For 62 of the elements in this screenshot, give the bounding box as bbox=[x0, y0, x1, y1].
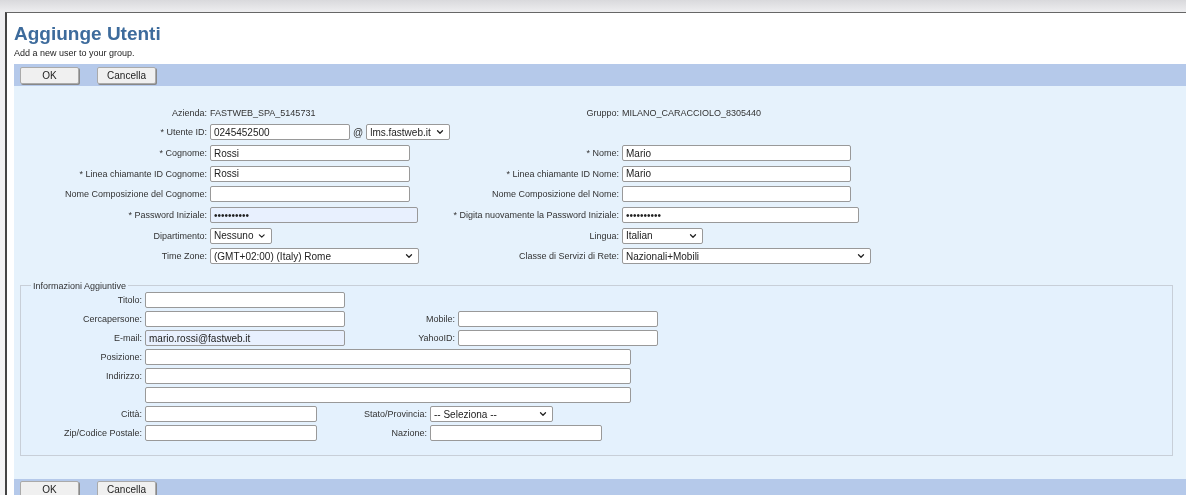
field-label: Nome Composizione del Cognome: bbox=[63, 189, 208, 200]
field-label: Gruppo: bbox=[585, 108, 620, 118]
input-field[interactable]: Rossi bbox=[210, 165, 410, 182]
input-field[interactable] bbox=[458, 330, 658, 347]
field-label: Nazione: bbox=[390, 428, 428, 439]
field-label: Lingua: bbox=[588, 230, 620, 241]
dropdown[interactable]: -- Seleziona -- bbox=[430, 406, 553, 423]
input-field[interactable] bbox=[145, 368, 631, 385]
at-sign: @ bbox=[352, 126, 365, 138]
field-label: * Password Iniziale: bbox=[127, 210, 208, 221]
cancel-button[interactable]: Cancella bbox=[97, 66, 156, 84]
field-label: Titolo: bbox=[116, 295, 143, 306]
input-field[interactable] bbox=[145, 292, 345, 309]
field-label: Time Zone: bbox=[160, 251, 208, 262]
input-field[interactable] bbox=[145, 387, 631, 404]
input-field[interactable]: 0245452500 bbox=[210, 124, 350, 141]
field-label: Classe di Servizi di Rete: bbox=[517, 251, 620, 262]
field-value: MILANO_CARACCIOLO_8305440 bbox=[622, 108, 762, 118]
input-field[interactable]: mario.rossi@fastweb.it bbox=[145, 330, 345, 347]
field-label: * Cognome: bbox=[158, 148, 208, 159]
input-field[interactable] bbox=[145, 349, 631, 366]
page-subtitle: Add a new user to your group. bbox=[14, 47, 136, 59]
ok-button[interactable]: OK bbox=[20, 66, 79, 84]
password-field[interactable]: •••••••••• bbox=[622, 207, 859, 224]
page-title: Aggiunge Utenti bbox=[14, 23, 162, 45]
field-label: * Linea chiamante ID Nome: bbox=[505, 168, 620, 179]
field-label: Stato/Provincia: bbox=[362, 409, 428, 420]
field-label: * Digita nuovamente la Password Iniziale: bbox=[452, 210, 620, 221]
dropdown[interactable]: Nessuno bbox=[210, 227, 272, 244]
password-field[interactable]: •••••••••• bbox=[210, 207, 418, 224]
fieldset-legend: Informazioni Aggiuntive bbox=[31, 280, 129, 291]
field-value: FASTWEB_SPA_5145731 bbox=[210, 108, 316, 118]
field-label: * Nome: bbox=[585, 148, 620, 159]
dropdown[interactable]: lms.fastweb.it bbox=[366, 124, 450, 141]
field-label: Azienda: bbox=[170, 108, 208, 118]
input-field[interactable]: Rossi bbox=[210, 145, 410, 162]
field-label: YahooID: bbox=[417, 333, 456, 344]
input-field[interactable] bbox=[430, 425, 602, 442]
field-label: Posizione: bbox=[99, 352, 143, 363]
dropdown[interactable]: Italian bbox=[622, 227, 703, 244]
ok-button[interactable]: OK bbox=[20, 481, 79, 495]
field-label: Dipartimento: bbox=[152, 230, 208, 241]
field-label: Indirizzo: bbox=[105, 371, 143, 382]
field-label: Cercapersone: bbox=[81, 314, 143, 325]
cancel-button[interactable]: Cancella bbox=[97, 481, 156, 495]
input-field[interactable] bbox=[145, 425, 317, 442]
dropdown[interactable]: Nazionali+Mobili bbox=[622, 248, 871, 265]
field-label: Nome Composizione del Nome: bbox=[490, 189, 620, 200]
field-label: Zip/Codice Postale: bbox=[62, 428, 143, 439]
input-field[interactable]: Mario bbox=[622, 145, 851, 162]
input-field[interactable] bbox=[622, 186, 851, 203]
input-field[interactable] bbox=[210, 186, 410, 203]
input-field[interactable] bbox=[145, 311, 345, 328]
input-field[interactable] bbox=[145, 406, 317, 423]
field-label: Città: bbox=[120, 409, 143, 420]
input-field[interactable] bbox=[458, 311, 658, 328]
field-label: Mobile: bbox=[425, 314, 456, 325]
field-label: * Linea chiamante ID Cognome: bbox=[78, 168, 208, 179]
field-label: * Utente ID: bbox=[159, 127, 208, 138]
field-label: E-mail: bbox=[113, 333, 143, 344]
dropdown[interactable]: (GMT+02:00) (Italy) Rome bbox=[210, 248, 419, 265]
input-field[interactable]: Mario bbox=[622, 165, 851, 182]
